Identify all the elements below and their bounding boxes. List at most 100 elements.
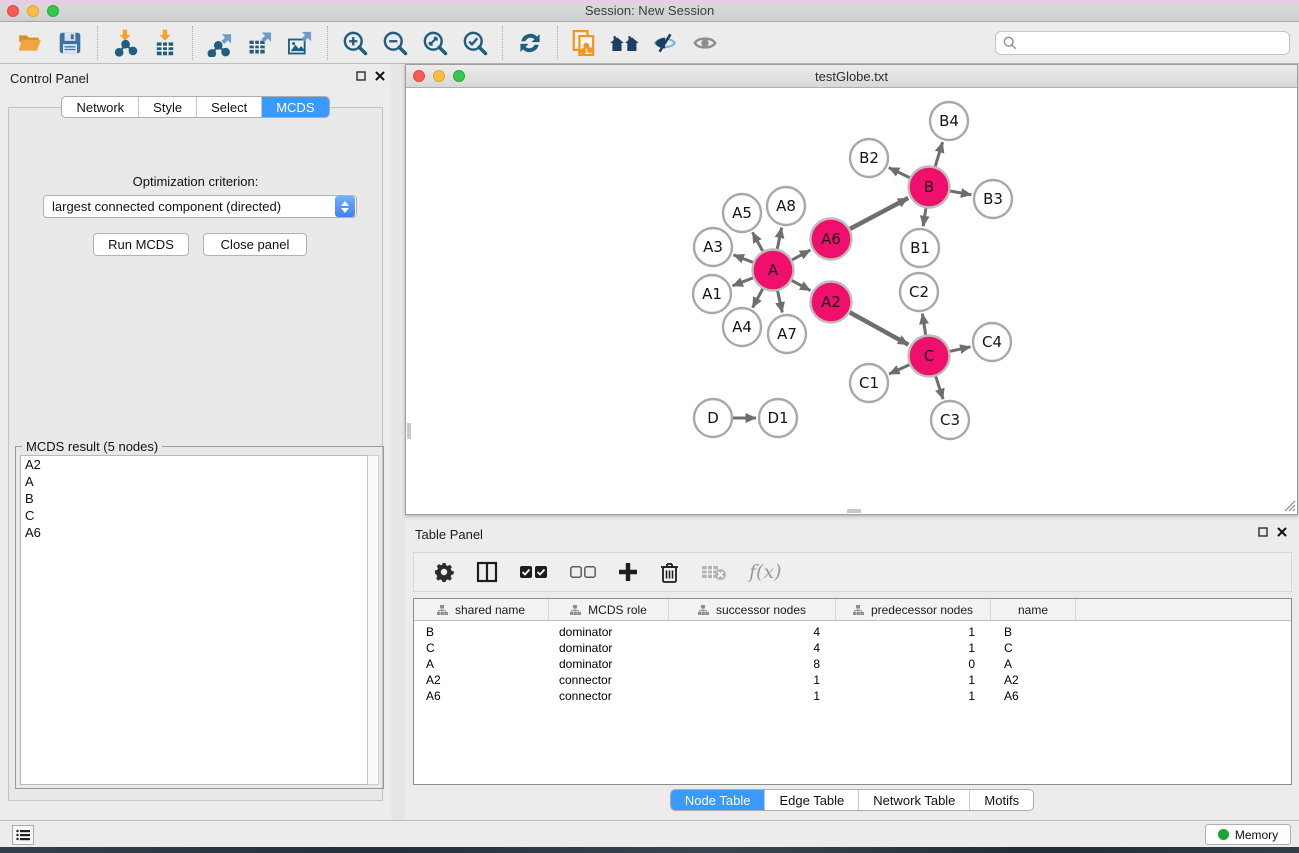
new-network-from-selection-button[interactable] xyxy=(565,25,605,61)
toggle-column-panel-button[interactable] xyxy=(476,561,498,583)
graph-edge-A-A7[interactable] xyxy=(778,291,783,313)
toolbar-separator xyxy=(97,26,98,60)
settings-gear-button[interactable] xyxy=(434,562,454,582)
tab-edge-table[interactable]: Edge Table xyxy=(764,790,858,810)
column-header[interactable]: name xyxy=(991,599,1076,620)
control-panel: Control Panel NetworkStyleSelectMCDS Opt… xyxy=(0,64,391,820)
graph-node-label: B4 xyxy=(939,112,959,130)
table-cell: 0 xyxy=(836,657,991,671)
float-panel-icon[interactable] xyxy=(1258,527,1268,537)
tab-node-table[interactable]: Node Table xyxy=(671,790,765,810)
hide-selected-button[interactable] xyxy=(645,25,685,61)
table-row[interactable]: A2connector11A2 xyxy=(414,672,1291,688)
column-header[interactable]: predecessor nodes xyxy=(836,599,991,620)
graph-edge-B-B1[interactable] xyxy=(923,208,926,226)
resize-grip-icon[interactable] xyxy=(1282,498,1296,512)
graph-edge-C-C2[interactable] xyxy=(922,314,925,335)
graph-edge-A-A1[interactable] xyxy=(733,278,754,286)
tab-select[interactable]: Select xyxy=(196,97,261,117)
export-image-button[interactable] xyxy=(280,25,320,61)
graph-node-label: A2 xyxy=(821,293,841,311)
zoom-selected-icon xyxy=(461,29,489,57)
mcds-result-list[interactable]: A2ABCA6 xyxy=(20,455,369,785)
delete-table-button[interactable] xyxy=(701,563,727,581)
network-window-title: testGlobe.txt xyxy=(406,69,1297,84)
table-row[interactable]: Cdominator41C xyxy=(414,640,1291,656)
table-row[interactable]: Bdominator41B xyxy=(414,624,1291,640)
graph-edge-A6-B[interactable] xyxy=(850,198,908,229)
result-item[interactable]: A6 xyxy=(21,524,368,541)
table-row[interactable]: Adominator80A xyxy=(414,656,1291,672)
network-canvas[interactable]: B4B2BB3A8A5A6A3B1AA1C2A2A4A7C4CC1C3DD1 xyxy=(407,88,1296,513)
graph-edge-A-A6[interactable] xyxy=(792,250,810,260)
graph-edge-A2-C[interactable] xyxy=(850,312,909,344)
graph-edge-A-A8[interactable] xyxy=(777,228,781,249)
select-all-button[interactable] xyxy=(520,565,548,579)
graph-edge-B-B4[interactable] xyxy=(935,142,942,166)
zoom-out-button[interactable] xyxy=(375,25,415,61)
delete-column-button[interactable] xyxy=(660,562,679,583)
main-toolbar xyxy=(0,22,1299,64)
float-panel-icon[interactable] xyxy=(356,71,366,81)
tab-motifs[interactable]: Motifs xyxy=(969,790,1033,810)
export-network-button[interactable] xyxy=(200,25,240,61)
task-history-button[interactable] xyxy=(12,825,34,845)
zoom-in-button[interactable] xyxy=(335,25,375,61)
search-input[interactable] xyxy=(1022,33,1289,53)
zoom-selected-button[interactable] xyxy=(455,25,495,61)
function-builder-button[interactable]: f(x) xyxy=(749,561,782,583)
zoom-fit-button[interactable] xyxy=(415,25,455,61)
import-network-button[interactable] xyxy=(105,25,145,61)
apply-layout-button[interactable] xyxy=(510,25,550,61)
add-column-button[interactable] xyxy=(618,562,638,582)
result-scrollbar[interactable] xyxy=(367,455,379,785)
graph-edge-A-A3[interactable] xyxy=(734,255,753,262)
graph-edge-C-C3[interactable] xyxy=(936,376,943,399)
graph-node-label: A4 xyxy=(732,318,752,336)
apply-layout-icon xyxy=(516,29,544,57)
tab-style[interactable]: Style xyxy=(138,97,196,117)
result-item[interactable]: A2 xyxy=(21,456,368,473)
graph-edge-B-B2[interactable] xyxy=(889,168,910,178)
select-stepper-icon xyxy=(335,196,355,217)
column-header[interactable]: MCDS role xyxy=(549,599,669,620)
hierarchy-icon xyxy=(570,605,581,615)
memory-button[interactable]: Memory xyxy=(1205,824,1291,845)
column-header[interactable]: successor nodes xyxy=(669,599,836,620)
table-panel: Table Panel xyxy=(405,520,1299,820)
result-item[interactable]: B xyxy=(21,490,368,507)
result-item[interactable]: C xyxy=(21,507,368,524)
graph-edge-C-C4[interactable] xyxy=(950,347,971,352)
close-panel-icon[interactable] xyxy=(1277,527,1287,537)
close-panel-icon[interactable] xyxy=(375,71,385,81)
first-neighbors-button[interactable] xyxy=(605,25,645,61)
import-table-button[interactable] xyxy=(145,25,185,61)
table-row[interactable]: A6connector11A6 xyxy=(414,688,1291,704)
graph-edge-B-B3[interactable] xyxy=(950,191,971,195)
zoom-out-icon xyxy=(381,29,409,57)
deselect-all-button[interactable] xyxy=(570,566,596,579)
tab-mcds[interactable]: MCDS xyxy=(261,97,328,117)
graph-edge-A-A5[interactable] xyxy=(753,232,763,251)
graph-edge-A-A4[interactable] xyxy=(753,289,763,308)
save-session-button[interactable] xyxy=(50,25,90,61)
graph-node-label: A6 xyxy=(821,230,841,248)
graph-node-label: C2 xyxy=(909,283,929,301)
control-panel-title: Control Panel xyxy=(10,71,89,86)
column-header[interactable]: shared name xyxy=(414,599,549,620)
graph-edge-C-C1[interactable] xyxy=(889,365,909,374)
export-table-button[interactable] xyxy=(240,25,280,61)
run-mcds-button[interactable]: Run MCDS xyxy=(93,233,189,256)
close-panel-button[interactable]: Close panel xyxy=(203,233,307,256)
graph-node-label: D xyxy=(707,409,719,427)
graph-node-label: C1 xyxy=(859,374,879,392)
open-session-button[interactable] xyxy=(10,25,50,61)
column-header-label: name xyxy=(1018,603,1048,617)
tab-network[interactable]: Network xyxy=(62,97,138,117)
show-all-button[interactable] xyxy=(685,25,725,61)
toolbar-search xyxy=(995,31,1290,55)
tab-network-table[interactable]: Network Table xyxy=(858,790,969,810)
graph-edge-A-A2[interactable] xyxy=(792,280,811,290)
result-item[interactable]: A xyxy=(21,473,368,490)
criterion-select[interactable]: largest connected component (directed) xyxy=(43,195,357,218)
